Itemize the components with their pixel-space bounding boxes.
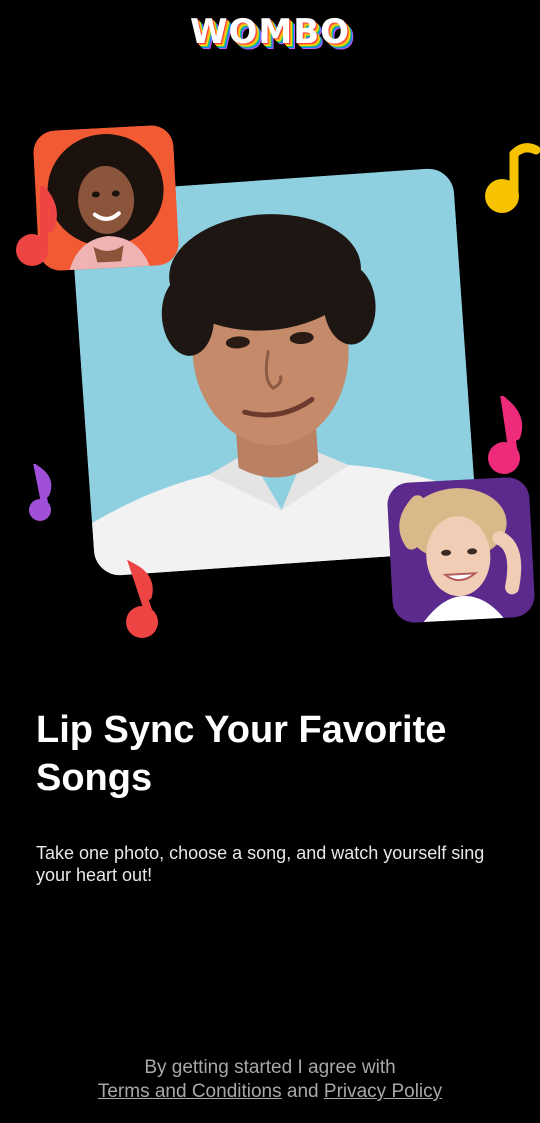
terms-link[interactable]: Terms and Conditions — [98, 1081, 282, 1102]
music-note-icon — [488, 396, 523, 474]
music-note-icon — [485, 143, 540, 213]
music-note-icon — [16, 186, 57, 266]
page-subtitle: Take one photo, choose a song, and watch… — [36, 843, 485, 885]
legal-prefix: By getting started I agree with — [144, 1057, 396, 1078]
privacy-policy-link[interactable]: Privacy Policy — [324, 1081, 442, 1102]
legal-links: Terms and Conditions and Privacy Policy — [0, 1080, 540, 1104]
music-note-icon — [29, 464, 52, 521]
thumbnail-woman-purple — [386, 476, 536, 624]
legal-notice: By getting started I agree with Terms an… — [0, 1056, 540, 1104]
music-note-icon — [126, 560, 158, 638]
hero-illustration — [0, 0, 540, 660]
blonde-woman-portrait-image — [386, 476, 536, 624]
legal-conjunction: and — [286, 1081, 319, 1102]
page-title: Lip Sync Your Favorite Songs — [36, 709, 447, 799]
